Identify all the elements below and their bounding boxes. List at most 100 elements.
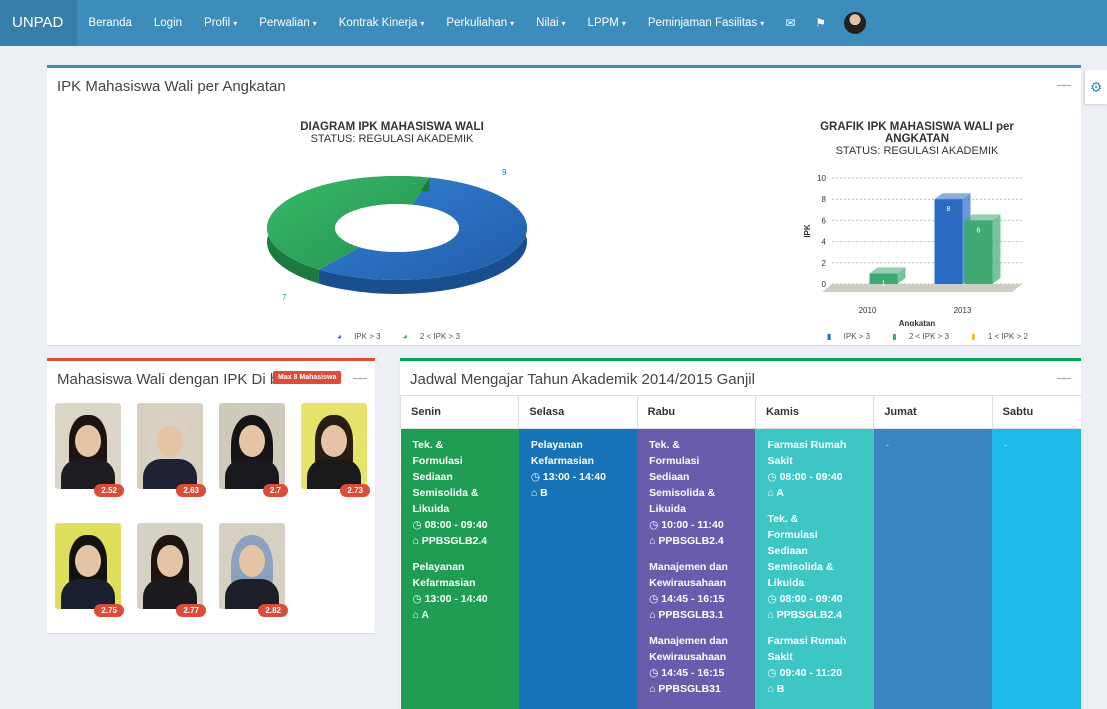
nav-item-label: Perwalian [259,17,310,29]
course-name-line: Farmasi Rumah [767,439,847,451]
course-name-line: Formulasi [767,529,818,541]
legend-item-yellow[interactable]: ▮ 1 < IPK > 2 [971,332,1038,341]
collapse-icon[interactable]: — [1057,369,1071,385]
caret-down-icon: ▾ [621,19,626,28]
schedule-entry[interactable]: Tek. & Formulasi Sediaan Semisolida & Likuid… [413,437,507,549]
schedule-entry[interactable]: Pelayanan Kefarmasian ◷ 13:00 - 14:40 ⌂ A [413,559,507,623]
wali-box-title: Mahasiswa Wali dengan IPK Di baw [57,371,287,388]
schedule-entry[interactable]: Manajemen dan Kewirausahaan ◷ 14:45 - 16:1… [649,633,743,697]
student-card[interactable]: 2.63 [137,403,206,497]
student-card[interactable]: 2.82 [219,523,288,617]
nav-item-profil[interactable]: Profil ▾ [193,0,248,46]
schedule-entry[interactable]: Manajemen dan Kewirausahaan ◷ 14:45 - 16:1… [649,559,743,623]
student-card[interactable]: 2.7 [219,403,288,497]
day-cell-kamis: Farmasi Rumah Sakit ◷ 08:00 - 09:40 ⌂ A Tek.… [755,428,874,709]
schedule-entry[interactable]: Tek. & Formulasi Sediaan Semisolida & Likuid… [649,437,743,549]
donut-chart [266,176,527,294]
room-text: PPBSGLB2.4 [776,609,843,621]
ipk-badge: 2.77 [176,604,206,617]
clock-icon: ◷ [649,667,659,679]
legend-item-green[interactable]: ◕ 2 < IPK > 3 [403,332,470,341]
student-card[interactable]: 2.52 [55,403,124,497]
collapse-icon[interactable]: — [1057,76,1071,92]
clock-icon: ◷ [412,519,422,531]
clock-icon: ◷ [649,519,659,531]
course-room: ⌂ A [413,607,507,623]
nav-item-perkuliahan[interactable]: Perkuliahan ▾ [435,0,525,46]
nav-item-nilai[interactable]: Nilai ▾ [525,0,576,46]
legend-label: 2 < IPK > 3 [419,332,460,341]
bar-data-label: 6 [977,227,981,234]
jadwal-box: Jadwal Mengajar Tahun Akademik 2014/2015… [400,358,1081,709]
course-name-line: Semisolida & [649,487,716,499]
nav-item-beranda[interactable]: Beranda [77,0,142,46]
legend-label: IPK > 3 [843,332,871,341]
course-name-line: Semisolida & [767,561,834,573]
course-name-line: Tek. & [767,513,799,525]
bar-data-label: 8 [947,206,951,213]
home-icon: ⌂ [767,609,774,621]
donut-label-green: 7 [282,293,287,302]
schedule-entry[interactable]: Tek. & Formulasi Sediaan Semisolida & Likuid… [767,511,861,623]
legend-item-blue[interactable]: ◕ IPK > 3 [337,332,391,341]
caret-down-icon: ▾ [233,19,238,28]
bar-chart: 0 2 4 6 8 10 IPK Angkatan 2010 1 2013 8 6 [803,174,1022,326]
empty-marker: - [885,440,889,450]
nav-item-peminjaman-fasilitas[interactable]: Peminjaman Fasilitas ▾ [637,0,775,46]
nav-item-perwalian[interactable]: Perwalian ▾ [248,0,328,46]
home-icon: ⌂ [767,683,774,695]
day-header-jumat: Jumat [873,395,993,429]
course-name-line: Likuida [767,577,805,589]
user-avatar[interactable] [844,12,867,34]
bar-legend: ▮ IPK > 3 ▮ 2 < IPK > 3 ▮ 1 < IPK > 2 [827,332,1048,341]
nav-item-label: Beranda [88,17,132,29]
course-time: ◷ 14:45 - 16:15 [649,665,743,681]
mail-icon[interactable]: ✉ [775,0,805,46]
x-tick-label: 2013 [954,306,972,315]
brand-logo[interactable]: UNPAD [0,0,78,46]
donut-label-blue: 9 [502,168,507,177]
donut-hole [335,204,459,252]
nav-item-kontrak-kinerja[interactable]: Kontrak Kinerja ▾ [328,0,436,46]
nav-item-lppm[interactable]: LPPM ▾ [577,0,637,46]
schedule-entry[interactable]: Farmasi Rumah Sakit ◷ 09:40 - 11:20 ⌂ B [767,633,861,697]
ipk-badge: 2.75 [94,604,124,617]
room-text: PPBSGLB31 [658,683,721,695]
ipk-badge: 2.63 [176,484,206,497]
schedule-entry[interactable]: Pelayanan Kefarmasian ◷ 13:00 - 14:40 ⌂ B [531,437,625,501]
legend-label: IPK > 3 [354,332,381,341]
student-photo [219,403,285,489]
y-tick-label: 0 [822,280,827,289]
clock-icon: ◷ [767,471,777,483]
course-name-line: Tek. & [649,439,680,451]
course-name-line: Kefarmasian [530,455,594,467]
nav-item-login[interactable]: Login [143,0,193,46]
day-header-rabu: Rabu [636,395,756,429]
flag-icon[interactable]: ⚑ [805,0,836,46]
schedule-entry[interactable]: Farmasi Rumah Sakit ◷ 08:00 - 09:40 ⌂ A [767,437,861,501]
course-name-line: Manajemen dan [649,635,728,647]
student-photo [137,403,203,489]
ipk-badge: 2.7 [262,484,288,497]
legend-item-green[interactable]: ▮ 2 < IPK > 3 [892,332,959,341]
day-cell-rabu: Tek. & Formulasi Sediaan Semisolida & Likuid… [637,428,756,709]
course-name-line: Pelayanan [412,561,465,573]
course-room: ⌂ B [531,485,625,501]
student-card[interactable]: 2.75 [55,523,124,617]
bar-icon: ▮ [892,332,897,341]
collapse-icon[interactable]: — [353,369,367,385]
bar-subtitle: STATUS: REGULASI AKADEMIK [835,145,999,157]
student-card[interactable]: 2.77 [137,523,206,617]
face-shape [157,545,183,577]
settings-gear-icon[interactable]: ⚙ [1085,70,1107,104]
room-text: A [421,609,429,621]
legend-item-blue[interactable]: ▮ IPK > 3 [827,332,880,341]
day-header-selasa: Selasa [518,395,638,429]
course-name-line: Likuida [412,503,450,515]
legend-label: 1 < IPK > 2 [987,332,1028,341]
course-time: ◷ 14:45 - 16:15 [649,591,743,607]
caret-down-icon: ▾ [510,19,515,28]
day-cell-jumat: - [873,428,993,709]
student-card[interactable]: 2.73 [301,403,370,497]
chart-floor [822,284,1022,292]
